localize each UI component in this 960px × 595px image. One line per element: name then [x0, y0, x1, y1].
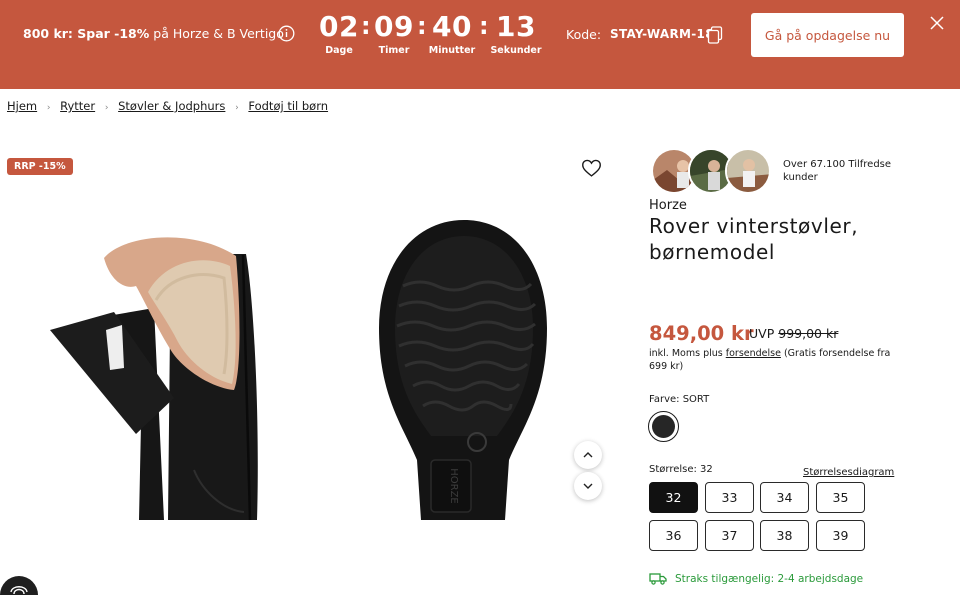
breadcrumb: Hjem › Rytter › Støvler & Jodphurs › Fodtøj ti…	[7, 99, 328, 113]
product-price: 849,00 kr	[649, 322, 754, 345]
countdown-seconds-label: Sekunder	[490, 45, 542, 56]
countdown-hours-label: Timer	[378, 45, 410, 56]
review-summary: Over 67.100 Tilfredse kunder	[783, 159, 892, 183]
countdown-hours-value: 09	[374, 10, 414, 43]
uvp-label: UVP	[749, 326, 775, 341]
countdown-minutes: 40 Minutter	[422, 10, 482, 56]
uvp-original-price: 999,00 kr	[778, 326, 839, 341]
promo-highlight: 800 kr: Spar -18%	[23, 26, 150, 41]
stock-text: Straks tilgængelig: 2-4 arbejdsdage	[675, 572, 864, 585]
size-option-39[interactable]: 39	[816, 520, 865, 551]
rrp-discount-badge: RRP -15%	[7, 158, 73, 175]
breadcrumb-kids-footwear[interactable]: Fodtøj til børn	[248, 99, 328, 113]
breadcrumb-separator: ›	[104, 103, 109, 113]
size-option-32[interactable]: 32	[649, 482, 698, 513]
discount-code[interactable]: STAY-WARM-18	[610, 27, 714, 41]
countdown-hours: 09 Timer	[364, 10, 424, 56]
countdown-minutes-label: Minutter	[428, 45, 476, 56]
stock-status: Straks tilgængelig: 2-4 arbejdsdage	[649, 572, 863, 585]
breadcrumb-boots[interactable]: Støvler & Jodphurs	[118, 99, 225, 113]
size-label: Størrelse: 32	[649, 464, 713, 475]
accessibility-button[interactable]	[0, 576, 38, 595]
size-chart-link[interactable]: Størrelsesdiagram	[803, 467, 894, 478]
promo-description: på Horze & B Vertigo	[149, 26, 284, 41]
size-option-38[interactable]: 38	[760, 520, 809, 551]
product-brand[interactable]: Horze	[649, 198, 687, 213]
countdown-minutes-value: 40	[432, 10, 472, 43]
product-image-boot-side[interactable]	[44, 220, 266, 520]
info-icon[interactable]	[278, 25, 295, 42]
vat-prefix: inkl. Moms plus	[649, 348, 723, 359]
discount-code-label: Kode:	[566, 27, 602, 42]
countdown-seconds-value: 13	[496, 10, 536, 43]
breadcrumb-separator: ›	[235, 103, 239, 113]
promo-text: 800 kr: Spar -18% på Horze & B Vertigo	[23, 26, 284, 41]
size-option-35[interactable]: 35	[816, 482, 865, 513]
gallery-prev-button[interactable]	[574, 441, 602, 469]
delivery-truck-icon	[649, 573, 667, 585]
product-title: Rover vinterstøvler, børnemodel	[649, 214, 859, 264]
gallery-next-button[interactable]	[574, 472, 602, 500]
close-icon[interactable]	[929, 15, 945, 31]
size-option-37[interactable]: 37	[705, 520, 754, 551]
breadcrumb-separator: ›	[46, 103, 51, 113]
vat-shipping-info: inkl. Moms plus forsendelse (Gratis fors…	[649, 347, 894, 373]
promo-banner: 800 kr: Spar -18% på Horze & B Vertigo 0…	[0, 0, 960, 89]
avatar	[725, 148, 771, 194]
customer-avatars	[651, 148, 776, 196]
size-option-34[interactable]: 34	[760, 482, 809, 513]
breadcrumb-home[interactable]: Hjem	[7, 99, 37, 113]
fingerprint-icon	[10, 586, 28, 595]
countdown-days: 02 Dage	[309, 10, 369, 56]
countdown-days-value: 02	[319, 10, 359, 43]
chevron-up-icon	[583, 452, 593, 458]
countdown-seconds: 13 Sekunder	[486, 10, 546, 56]
breadcrumb-rider[interactable]: Rytter	[60, 99, 95, 113]
heart-icon[interactable]	[581, 158, 602, 178]
product-image-boot-sole[interactable]: HORZE	[375, 216, 553, 520]
sole-brand-text: HORZE	[448, 468, 459, 504]
uvp-price: UVP 999,00 kr	[749, 326, 838, 341]
size-option-36[interactable]: 36	[649, 520, 698, 551]
copy-icon[interactable]	[707, 26, 723, 44]
color-swatch-black[interactable]	[648, 411, 679, 442]
discover-button[interactable]: Gå på opdagelse nu	[751, 13, 904, 57]
chevron-down-icon	[583, 483, 593, 489]
countdown-days-label: Dage	[325, 45, 353, 56]
shipping-link[interactable]: forsendelse	[726, 348, 781, 359]
color-label: Farve: SORT	[649, 394, 710, 405]
swatch-fill	[652, 415, 675, 438]
size-option-33[interactable]: 33	[705, 482, 754, 513]
